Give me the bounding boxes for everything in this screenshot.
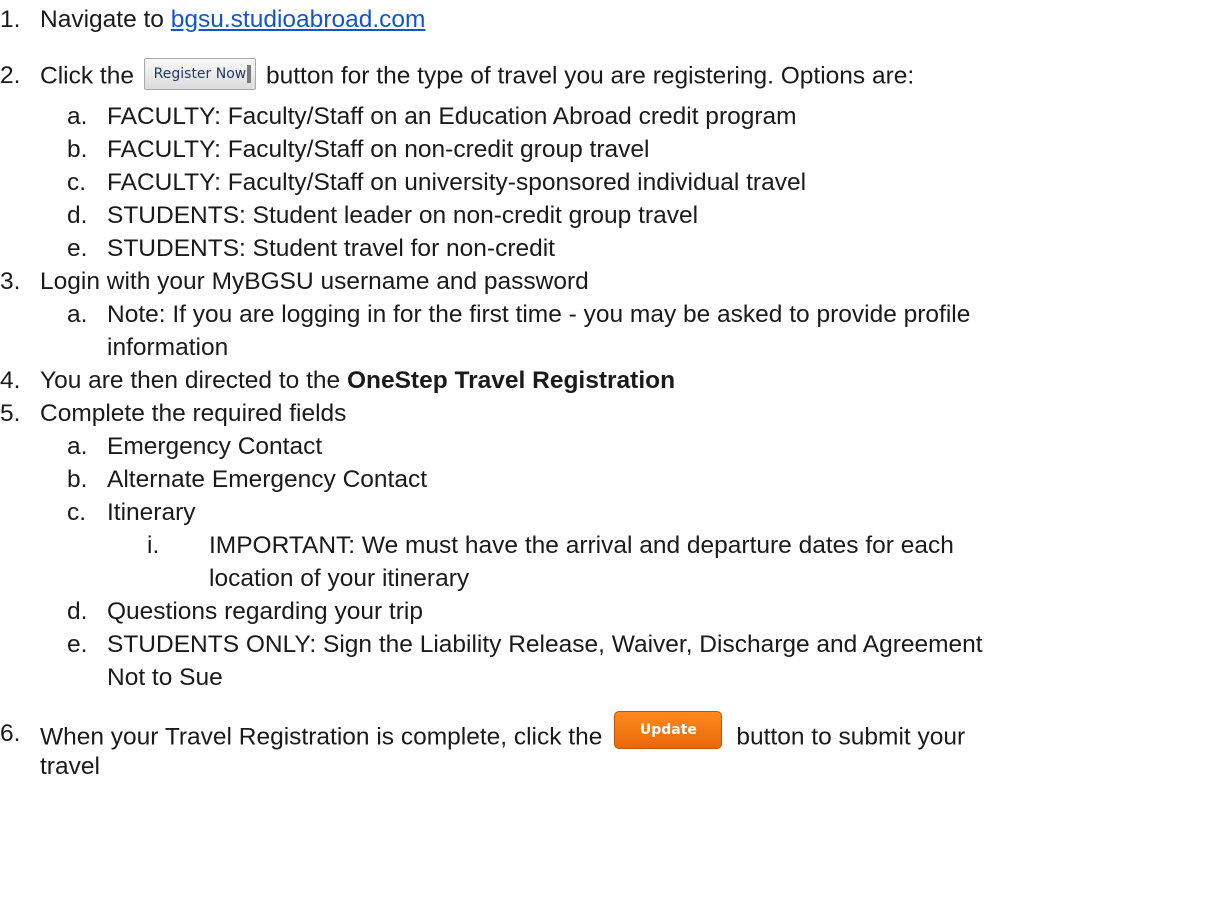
step-text: travel — [40, 753, 100, 780]
note-text: location of your itinerary — [209, 565, 470, 592]
option-text: FACULTY: Faculty/Staff on university-spo… — [107, 169, 807, 196]
note-text: IMPORTANT: We must have the arrival and … — [209, 532, 954, 559]
option-letter: a. — [67, 103, 88, 130]
step-text: Click the — [40, 62, 134, 90]
step-number: 4. — [0, 367, 21, 394]
option-letter: c. — [67, 169, 87, 196]
option-letter: d. — [67, 202, 88, 229]
step-number: 3. — [0, 268, 21, 295]
option-text: STUDENTS: Student travel for non-credit — [107, 235, 555, 262]
field-letter: b. — [67, 466, 88, 493]
step-text: Login with your MyBGSU username and pass… — [40, 268, 589, 295]
note-letter: a. — [67, 301, 88, 328]
field-letter: a. — [67, 433, 88, 460]
step-number: 1. — [0, 6, 21, 33]
register-now-button[interactable]: Register Now — [143, 58, 256, 90]
instruction-document: 1. Navigate to bgsu.studioabroad.com 2. … — [0, 0, 1214, 922]
option-text: FACULTY: Faculty/Staff on an Education A… — [107, 103, 797, 130]
field-letter: d. — [67, 598, 88, 625]
step-number: 6. — [0, 720, 21, 747]
field-text: Itinerary — [107, 499, 196, 526]
onestep-registration-label: OneStep Travel Registration — [346, 367, 676, 394]
note-text: information — [107, 334, 229, 361]
note-text: Note: If you are logging in for the firs… — [107, 301, 971, 328]
field-text: Alternate Emergency Contact — [107, 466, 428, 493]
option-text: STUDENTS: Student leader on non-credit g… — [107, 202, 699, 229]
field-text: Not to Sue — [107, 664, 223, 691]
field-text: Emergency Contact — [107, 433, 323, 460]
step-number: 2. — [0, 62, 21, 89]
field-text: STUDENTS ONLY: Sign the Liability Releas… — [107, 631, 983, 658]
step-text: button for the type of travel you are re… — [265, 62, 915, 90]
field-text: Questions regarding your trip — [107, 598, 423, 625]
studioabroad-link[interactable]: bgsu.studioabroad.com — [171, 6, 426, 33]
step-text: Navigate to — [40, 6, 171, 33]
option-text: FACULTY: Faculty/Staff on non-credit gro… — [107, 136, 650, 163]
option-letter: b. — [67, 136, 88, 163]
field-letter: c. — [67, 499, 87, 526]
step-text: When your Travel Registration is complet… — [40, 723, 603, 751]
field-letter: e. — [67, 631, 88, 658]
update-button[interactable]: Update — [614, 711, 723, 749]
step-text: Complete the required fields — [40, 400, 347, 427]
step-number: 5. — [0, 400, 21, 427]
note-roman: i. — [147, 532, 160, 559]
step-text: button to submit your — [736, 723, 966, 751]
option-letter: e. — [67, 235, 88, 262]
step-text: You are then directed to the — [40, 367, 347, 394]
